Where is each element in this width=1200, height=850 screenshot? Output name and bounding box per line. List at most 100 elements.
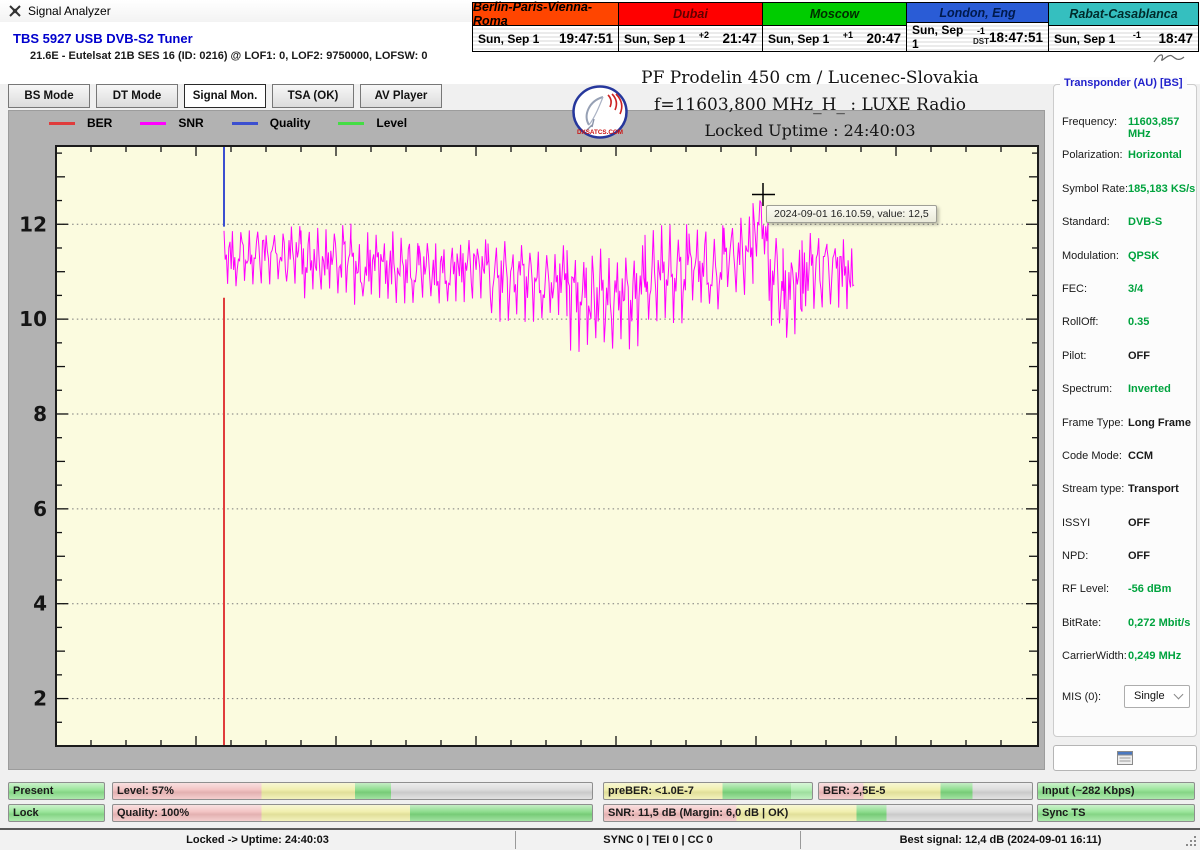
mis-selected-value: Single xyxy=(1134,690,1165,702)
field-label: CarrierWidth: xyxy=(1062,650,1127,662)
transponder-row-bitrate: BitRate: 0,272 Mbit/s xyxy=(1054,608,1196,641)
mis-row: MIS (0): Single xyxy=(1054,683,1196,713)
field-label: Standard: xyxy=(1062,216,1110,228)
clock-utc-offset: -1DST xyxy=(973,29,989,46)
field-label: BitRate: xyxy=(1062,617,1101,629)
clock-utc-offset: -1 xyxy=(1133,30,1141,40)
clock-date: Sun, Sep 1 xyxy=(1054,32,1115,46)
field-value: QPSK xyxy=(1128,250,1159,262)
tab-dt-mode[interactable]: DT Mode xyxy=(96,84,178,108)
transponder-row-fec: FEC:3/4 xyxy=(1054,274,1196,307)
resize-grip[interactable] xyxy=(1185,835,1198,848)
status-bar-level: Level: 57% xyxy=(112,782,593,800)
field-value: 0,272 Mbit/s xyxy=(1128,617,1190,629)
statusbar-lock-uptime: Locked -> Uptime: 24:40:03 xyxy=(0,834,515,846)
field-label: RollOff: xyxy=(1062,316,1098,328)
plot-area[interactable] xyxy=(56,146,1038,746)
field-value: 0,249 MHz xyxy=(1128,650,1181,662)
field-label: Polarization: xyxy=(1062,149,1123,161)
transponder-rows: Frequency: 11603,857 MHz Polarization: Hori… xyxy=(1054,85,1196,675)
mis-select[interactable]: Single xyxy=(1124,685,1190,708)
field-value: CCM xyxy=(1128,450,1153,462)
transponder-row-standard: Standard: DVB-S xyxy=(1054,207,1196,240)
clock-london-eng: London, EngSun, Sep 1-1DST18:47:51 xyxy=(907,3,1049,51)
y-axis-label: 8 xyxy=(33,402,47,426)
tab-bs-mode[interactable]: BS Mode xyxy=(8,84,90,108)
clock-berlin-paris-vienna-roma: Berlin-Paris-Vienna-Roma Sun, Sep 1 19:47:… xyxy=(473,3,619,51)
status-bar-quality: Quality: 100% xyxy=(112,804,593,822)
y-axis-label: 12 xyxy=(19,212,47,236)
tuner-name: TBS 5927 USB DVB-S2 Tuner xyxy=(13,31,193,46)
clock-time-row: Sun, Sep 1 19:47:51 xyxy=(473,26,618,51)
clock-dubai: DubaiSun, Sep 1+221:47 xyxy=(619,3,763,51)
tab-av-player[interactable]: AV Player xyxy=(360,84,442,108)
satellite-info: 21.6E - Eutelsat 21B SES 16 (ID: 0216) @… xyxy=(30,50,428,62)
clock-time: 18:47 xyxy=(1158,31,1193,46)
transponder-list-button[interactable] xyxy=(1053,745,1197,771)
transponder-row-rolloff: RollOff:0.35 xyxy=(1054,307,1196,340)
app-antenna-icon xyxy=(8,4,22,18)
clock-date: Sun, Sep 1 xyxy=(624,32,685,46)
clock-time: 20:47 xyxy=(866,31,901,46)
transponder-panel: Transponder (AU) [BS] Frequency:11603,85… xyxy=(1053,84,1197,737)
field-value: 185,183 KS/s xyxy=(1128,183,1195,195)
clock-utc-offset: +1 xyxy=(843,30,853,40)
clock-city-label: Berlin-Paris-Vienna-Roma xyxy=(473,3,618,26)
field-value: 3/4 xyxy=(1128,283,1143,295)
field-value: Long Frame xyxy=(1128,417,1191,429)
transponder-row-issyi: ISSYI OFF xyxy=(1054,508,1196,541)
window-list-icon xyxy=(1117,751,1133,765)
status-bar-snr: SNR: 11,5 dB (Margin: 6,0 dB | OK) xyxy=(603,804,1033,822)
window-title: Signal Analyzer xyxy=(28,4,111,18)
status-bar-input: Input (~282 Kbps) xyxy=(1037,782,1195,800)
field-label: Code Mode: xyxy=(1062,450,1122,462)
field-value: OFF xyxy=(1128,517,1150,529)
field-value: DVB-S xyxy=(1128,216,1162,228)
field-value: Inverted xyxy=(1128,383,1171,395)
field-label: NPD: xyxy=(1062,550,1088,562)
clock-time-row: Sun, Sep 1 +1 20:47 xyxy=(763,26,906,51)
transponder-row-npd: NPD: OFF xyxy=(1054,541,1196,574)
clock-date: Sun, Sep 1 xyxy=(478,32,539,46)
mis-label: MIS (0): xyxy=(1062,691,1101,703)
transponder-row-pilot: Pilot:OFF xyxy=(1054,341,1196,374)
clock-date: Sun, Sep 1 xyxy=(768,32,829,46)
field-label: Frequency: xyxy=(1062,116,1117,128)
status-bar-ber: BER: 2,5E-5 xyxy=(818,782,1033,800)
signal-analyzer-window: { "window": { "title": "Signal Analyzer"… xyxy=(0,0,1200,850)
field-value: Horizontal xyxy=(1128,149,1182,161)
clock-date: Sun, Sep 1 xyxy=(912,23,973,51)
field-value: 11603,857 MHz xyxy=(1128,116,1196,140)
transponder-row-polarization: Polarization: Horizontal xyxy=(1054,140,1196,173)
dxsatcs-logo: DXSATCS.COM xyxy=(572,85,628,139)
field-label: Spectrum: xyxy=(1062,383,1112,395)
statusbar-sync-counters: SYNC 0 | TEI 0 | CC 0 xyxy=(516,834,800,846)
tab-signal-mon[interactable]: Signal Mon. xyxy=(184,84,266,108)
field-value: -56 dBm xyxy=(1128,583,1171,595)
field-label: ISSYI xyxy=(1062,517,1090,529)
transponder-row-spectrum: Spectrum: Inverted xyxy=(1054,374,1196,407)
clock-time-row: Sun, Sep 1 -1 18:47 xyxy=(1049,26,1198,51)
status-bar-syncts: Sync TS xyxy=(1037,804,1195,822)
tab-tsa-ok[interactable]: TSA (OK) xyxy=(272,84,354,108)
clock-time: 19:47:51 xyxy=(559,31,613,46)
status-bar-preber: preBER: <1.0E-7 xyxy=(603,782,813,800)
clock-city-label: London, Eng xyxy=(907,3,1048,23)
clock-moscow: MoscowSun, Sep 1+120:47 xyxy=(763,3,907,51)
y-axis-label: 2 xyxy=(33,687,47,711)
y-axis-label: 10 xyxy=(19,307,47,331)
y-axis-label: 6 xyxy=(33,497,47,521)
field-value: Transport xyxy=(1128,483,1179,495)
chevron-down-icon xyxy=(1174,690,1184,700)
mode-tabs: BS ModeDT ModeSignal Mon.TSA (OK)AV Play… xyxy=(8,84,442,108)
clock-rabat-casablanca: Rabat-CasablancaSun, Sep 1-118:47 xyxy=(1049,3,1198,51)
statusbar: Locked -> Uptime: 24:40:03 SYNC 0 | TEI … xyxy=(0,828,1200,850)
field-label: RF Level: xyxy=(1062,583,1109,595)
transponder-panel-title: Transponder (AU) [BS] xyxy=(1060,77,1187,89)
transponder-row-frame-type: Frame Type: Long Frame xyxy=(1054,408,1196,441)
status-bar-present: Present xyxy=(8,782,105,800)
field-label: Frame Type: xyxy=(1062,417,1124,429)
clock-time: 18:47:51 xyxy=(989,30,1043,45)
logo-text: DXSATCS.COM xyxy=(577,129,623,136)
field-value: OFF xyxy=(1128,550,1150,562)
